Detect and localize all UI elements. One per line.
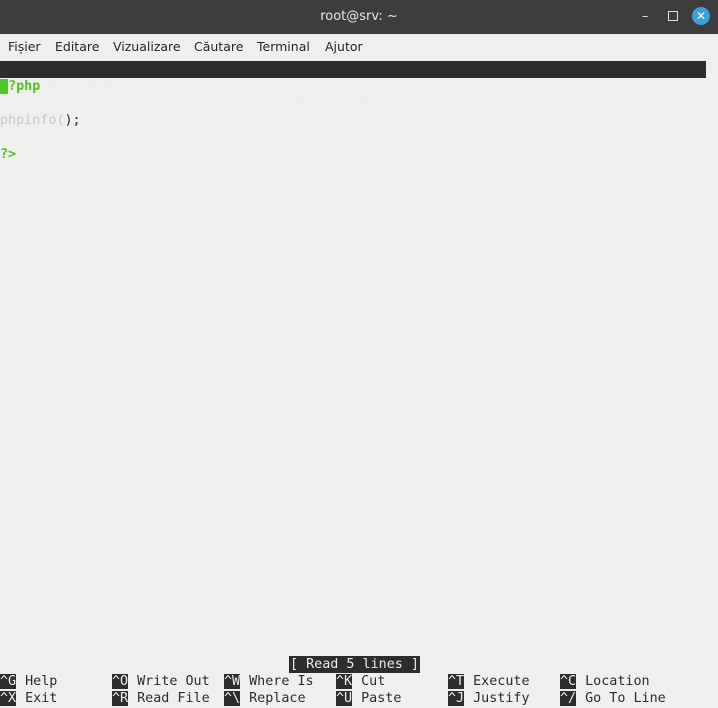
minimize-icon: – <box>641 9 649 24</box>
shortcut-paste[interactable]: ^U Paste <box>336 690 401 707</box>
close-icon: ✕ <box>695 9 707 23</box>
php-close-tag: ?> <box>0 147 17 162</box>
menu-terminal[interactable]: Terminal <box>257 39 310 54</box>
shortcut-key: ^X <box>0 691 17 706</box>
editor-line-5[interactable]: ?> <box>0 146 16 163</box>
shortcut-key: ^W <box>224 674 241 689</box>
shortcut-label: Go To Line <box>585 691 666 706</box>
menu-edit[interactable]: Editare <box>55 39 99 54</box>
shortcut-help[interactable]: ^G Help <box>0 673 57 690</box>
shortcut-label: Where Is <box>249 674 314 689</box>
editor-line-1[interactable]: <?php <box>0 78 40 95</box>
shortcut-label: Execute <box>473 674 530 689</box>
shortcut-label: Write Out <box>137 674 210 689</box>
shortcut-label: Paste <box>361 691 402 706</box>
shortcut-label: Read File <box>137 691 210 706</box>
paren-open: ( <box>56 113 65 128</box>
shortcut-key: ^O <box>112 674 129 689</box>
shortcut-justify[interactable]: ^J Justify <box>448 690 530 707</box>
terminal-scrollbar[interactable] <box>706 60 718 708</box>
shortcut-execute[interactable]: ^T Execute <box>448 673 530 690</box>
shortcut-key: ^T <box>448 674 465 689</box>
shortcut-key: ^\ <box>224 691 241 706</box>
shortcut-label: Cut <box>361 674 386 689</box>
maximize-button[interactable] <box>664 8 682 26</box>
shortcut-key: ^K <box>336 674 353 689</box>
shortcut-key: ^R <box>112 691 129 706</box>
shortcut-replace[interactable]: ^\ Replace <box>224 690 306 707</box>
terminal-area[interactable]: GNU nano 6.2 /var/www/html/info.php <?ph… <box>0 60 718 708</box>
shortcut-key: ^J <box>448 691 465 706</box>
shortcut-label: Help <box>25 674 58 689</box>
function-name: phpinfo <box>0 113 57 128</box>
menu-view[interactable]: Vizualizare <box>113 39 181 54</box>
shortcut-key: ^U <box>336 691 353 706</box>
editor-line-3[interactable]: phpinfo(); <box>0 112 81 129</box>
window-title: root@srv: ~ <box>320 9 398 24</box>
shortcut-location[interactable]: ^C Location <box>560 673 650 690</box>
php-open-tag: ?php <box>8 79 41 94</box>
shortcut-go-to-line[interactable]: ^/ Go To Line <box>560 690 666 707</box>
shortcut-key: ^G <box>0 674 17 689</box>
close-button[interactable]: ✕ <box>692 7 710 25</box>
shortcut-read-file[interactable]: ^R Read File <box>112 690 210 707</box>
shortcut-key: ^/ <box>560 691 577 706</box>
paren-close: ); <box>64 113 81 128</box>
shortcut-label: Replace <box>249 691 306 706</box>
menu-help[interactable]: Ajutor <box>325 39 363 54</box>
minimize-button[interactable]: – <box>636 8 654 26</box>
shortcut-where-is[interactable]: ^W Where Is <box>224 673 314 690</box>
nano-filename: /var/www/html/info.php <box>282 96 460 111</box>
terminal-window: root@srv: ~ – ✕ Fișier Editare Vizualiza… <box>0 0 718 708</box>
shortcut-exit[interactable]: ^X Exit <box>0 690 57 707</box>
shortcut-label: Location <box>585 674 650 689</box>
menu-search[interactable]: Căutare <box>194 39 243 54</box>
menu-file[interactable]: Fișier <box>8 39 41 54</box>
shortcut-label: Justify <box>473 691 530 706</box>
shortcut-cut[interactable]: ^K Cut <box>336 673 385 690</box>
status-message: [ Read 5 lines ] <box>289 656 420 673</box>
nano-title-bar: GNU nano 6.2 /var/www/html/info.php <box>0 61 706 111</box>
menu-bar: Fișier Editare Vizualizare Căutare Termi… <box>0 34 718 60</box>
shortcut-key: ^C <box>560 674 577 689</box>
title-bar[interactable]: root@srv: ~ – ✕ <box>0 0 718 34</box>
shortcut-write-out[interactable]: ^O Write Out <box>112 673 210 690</box>
text-cursor: < <box>0 79 9 94</box>
shortcut-label: Exit <box>25 691 58 706</box>
maximize-icon <box>668 10 678 21</box>
